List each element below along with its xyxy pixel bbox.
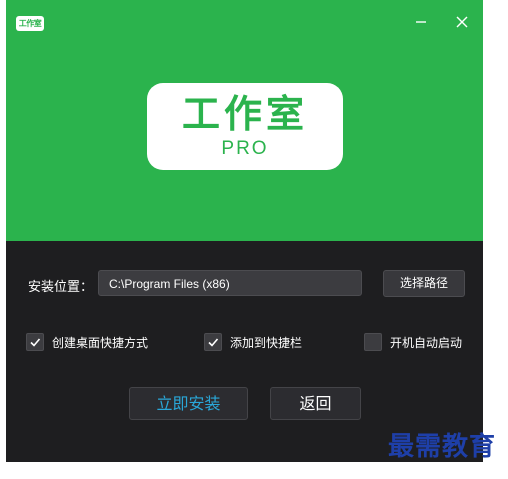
install-location-label: 安装位置： (28, 280, 94, 295)
option-quick-bar[interactable]: 添加到快捷栏 (204, 332, 302, 352)
check-icon (208, 338, 219, 347)
checkbox-quick-bar[interactable] (204, 333, 222, 351)
option-label: 添加到快捷栏 (230, 335, 303, 350)
back-button[interactable]: 返回 (270, 387, 361, 420)
brand-watermark: 最需教育 (388, 432, 497, 462)
install-now-button[interactable]: 立即安装 (129, 387, 248, 420)
close-icon (456, 13, 468, 32)
checkbox-desktop-shortcut[interactable] (26, 333, 44, 351)
install-path-input[interactable]: C:\Program Files (x86) (98, 270, 362, 296)
check-icon (30, 338, 41, 347)
small-logo: 工作室 (16, 16, 44, 31)
app-logo: 工作室 PRO (147, 83, 343, 170)
option-label: 开机自动启动 (390, 335, 463, 350)
installer-window: 工作室 工作室 PRO 安装位置： C:\Program Files (x86)… (6, 0, 483, 462)
browse-path-button[interactable]: 选择路径 (383, 270, 465, 297)
logo-subtitle: PRO (221, 138, 269, 159)
option-label: 创建桌面快捷方式 (52, 335, 149, 350)
close-button[interactable] (450, 10, 474, 34)
minimize-button[interactable] (409, 10, 433, 34)
logo-title: 工作室 (181, 92, 308, 136)
minimize-icon (415, 13, 427, 32)
option-auto-start[interactable]: 开机自动启动 (364, 332, 462, 352)
checkbox-auto-start[interactable] (364, 333, 382, 351)
option-desktop-shortcut[interactable]: 创建桌面快捷方式 (26, 332, 148, 352)
header-banner: 工作室 工作室 PRO (6, 0, 483, 241)
